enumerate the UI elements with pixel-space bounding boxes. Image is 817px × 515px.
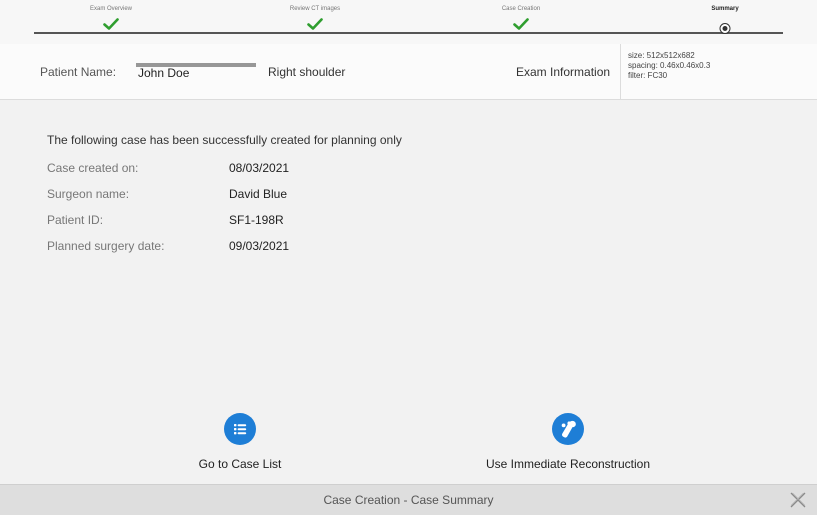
- step-label: Case Creation: [501, 6, 541, 12]
- list-icon: [234, 424, 247, 435]
- patient-name-field: John Doe: [128, 63, 263, 79]
- footer-bar: Case Creation - Case Summary: [0, 484, 817, 515]
- go-to-case-list-button[interactable]: [224, 413, 256, 445]
- exam-filter: filter: FC30: [628, 71, 668, 80]
- exam-metadata: size: 512x512x682 spacing: 0.46x0.46x0.3…: [628, 51, 710, 81]
- footer-title: Case Creation - Case Summary: [323, 493, 494, 507]
- immediate-reconstruction-label[interactable]: Use Immediate Reconstruction: [468, 457, 668, 471]
- patient-description: Right shoulder: [268, 65, 346, 79]
- step-case-creation[interactable]: Case Creation: [446, 0, 596, 30]
- step-exam-overview[interactable]: Exam Overview: [36, 0, 186, 30]
- step-label: Review CT images: [289, 6, 341, 12]
- exam-size: size: 512x512x682: [628, 51, 695, 60]
- check-icon: [307, 18, 323, 30]
- patient-name-label: Patient Name:: [40, 65, 117, 79]
- go-to-case-list-action[interactable]: Go to Case List: [180, 413, 300, 471]
- step-label: Exam Overview: [89, 6, 132, 12]
- info-key: Patient ID:: [47, 213, 104, 227]
- progress-stepper: Exam Overview Review CT images Case Crea…: [0, 0, 817, 44]
- step-label: Summary: [711, 6, 739, 12]
- bone-icon: [561, 420, 576, 438]
- header-divider: [620, 44, 621, 99]
- info-value: SF1-198R: [229, 213, 284, 227]
- success-message: The following case has been successfully…: [47, 133, 402, 147]
- info-value: David Blue: [229, 187, 288, 201]
- case-summary-panel: The following case has been successfully…: [0, 100, 817, 484]
- patient-header: Patient Name: John Doe Right shoulder Ex…: [0, 44, 817, 100]
- immediate-reconstruction-action[interactable]: Use Immediate Reconstruction: [468, 413, 668, 471]
- info-key: Case created on:: [47, 161, 139, 175]
- patient-name: John Doe: [138, 66, 190, 79]
- info-key: Planned surgery date:: [47, 239, 165, 253]
- info-key: Surgeon name:: [47, 187, 130, 201]
- step-review-ct-images[interactable]: Review CT images: [240, 0, 390, 30]
- check-icon: [513, 18, 529, 30]
- close-icon[interactable]: [789, 491, 807, 509]
- stepper-line: [34, 32, 783, 34]
- go-to-case-list-label[interactable]: Go to Case List: [180, 457, 300, 471]
- exam-information-label: Exam Information: [516, 65, 611, 79]
- check-icon: [103, 18, 119, 30]
- step-summary[interactable]: Summary: [650, 0, 800, 34]
- current-step-radio-icon: [719, 18, 731, 34]
- info-value: 09/03/2021: [229, 239, 290, 253]
- immediate-reconstruction-button[interactable]: [552, 413, 584, 445]
- exam-spacing: spacing: 0.46x0.46x0.3: [628, 61, 711, 70]
- info-value: 08/03/2021: [229, 161, 290, 175]
